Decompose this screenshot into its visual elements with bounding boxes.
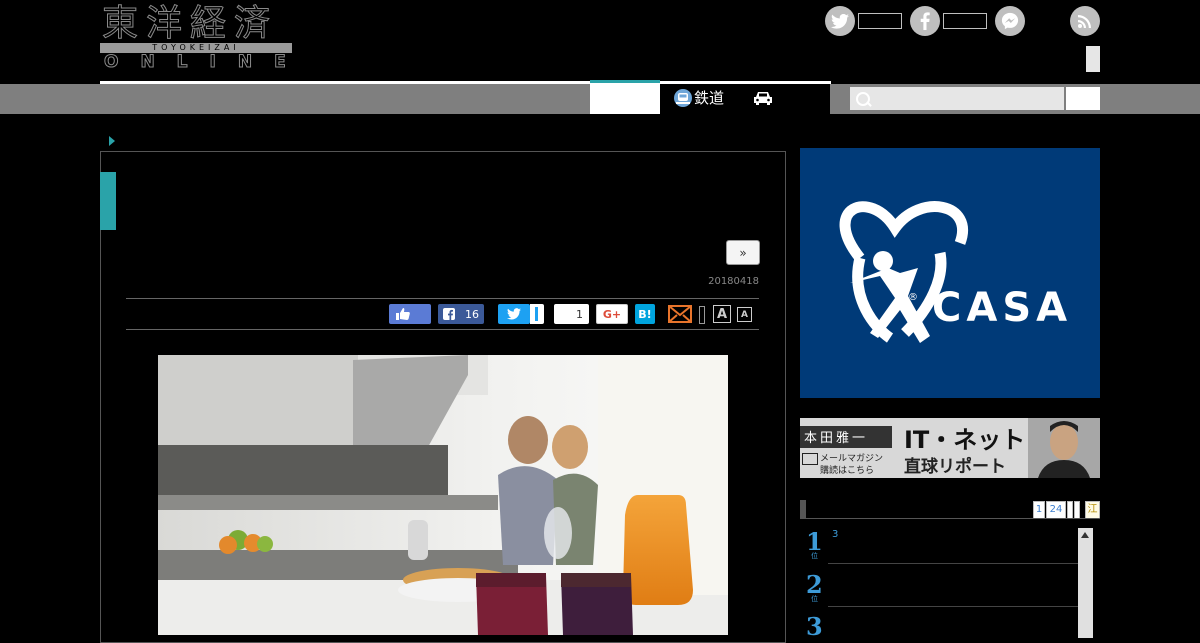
ranking-tab-1[interactable]: 1 [1033, 501, 1045, 519]
twitter-count-box [858, 13, 902, 29]
share-top-rule [126, 298, 759, 299]
ranking-scrollbar[interactable] [1078, 528, 1093, 638]
rank-separator [828, 563, 1078, 564]
ranking-tab-24[interactable]: 24 [1046, 501, 1066, 519]
font-large-button[interactable]: A [713, 305, 731, 323]
banner-title: IT・ネット [904, 426, 1026, 454]
newsletter-mail-icon [802, 453, 818, 465]
nav-tab-active[interactable] [590, 84, 660, 114]
rank-suffix-1: 位 [811, 552, 818, 560]
ranking-header-bar [800, 500, 806, 518]
banner-author: 本田雅一 [804, 431, 869, 446]
login-button[interactable] [1086, 46, 1100, 72]
font-small-button[interactable]: A [737, 307, 752, 322]
article-photo [158, 355, 728, 635]
casa-brand: CASA [932, 285, 1073, 331]
ranking-divider [800, 518, 1100, 519]
scroll-up-icon[interactable] [1081, 532, 1089, 538]
nav-rail-label[interactable]: 鉄道 [694, 88, 724, 108]
gplus-button[interactable]: G+ [596, 304, 628, 324]
train-icon [674, 89, 692, 107]
tweet-count-bubble [530, 304, 544, 324]
ranking-tab-3[interactable] [1067, 501, 1073, 519]
share-bottom-rule [126, 329, 759, 330]
it-net-banner[interactable]: 本田雅一 IT・ネット 直球リポート メールマガジン 購読はこちら [800, 418, 1100, 478]
rank-suffix-2: 位 [811, 595, 818, 603]
article-title-accent [100, 172, 116, 230]
casa-ad[interactable] [800, 148, 1100, 398]
mail-icon[interactable] [668, 304, 692, 324]
search-button[interactable] [1066, 87, 1100, 110]
author-portrait [1028, 418, 1100, 478]
messenger-icon[interactable] [995, 6, 1025, 36]
car-icon[interactable] [752, 90, 774, 106]
facebook-share-button[interactable]: 16 [438, 304, 484, 324]
share-divider [699, 306, 705, 324]
rss-icon[interactable] [1070, 6, 1100, 36]
facebook-count-box [943, 13, 987, 29]
article-date: 20180418 [708, 276, 759, 287]
like-button[interactable] [389, 304, 431, 324]
ranking-tab-4[interactable] [1074, 501, 1080, 519]
facebook-icon[interactable] [910, 6, 940, 36]
logo-kanji[interactable]: 東洋経済 [101, 3, 278, 44]
thumbs-up-icon [396, 308, 410, 320]
pocket-count-label: 1 [576, 307, 583, 321]
rank-note-1[interactable]: 3 [832, 529, 838, 540]
next-page-button[interactable]: » [726, 240, 760, 265]
logo-online[interactable]: ONLINE [104, 53, 308, 72]
ranking-tab-last[interactable]: 江 [1085, 501, 1100, 519]
hatena-button[interactable]: B! [635, 304, 655, 324]
pocket-count[interactable]: 1 [554, 304, 589, 324]
rank-separator [828, 606, 1078, 607]
tweet-button[interactable] [498, 304, 530, 324]
tweet-icon [507, 308, 521, 320]
twitter-icon[interactable] [825, 6, 855, 36]
newsletter-line2: 購読はこちら [820, 466, 875, 476]
rank-number-3: 3 [806, 612, 823, 641]
facebook-share-count: 16 [465, 307, 479, 321]
casa-logo-icon [839, 201, 968, 343]
casa-registered: ® [908, 292, 918, 303]
facebook-share-icon [443, 308, 455, 320]
search-input[interactable] [850, 87, 1064, 110]
breadcrumb-arrow-icon [109, 136, 115, 146]
nav-active-indicator [590, 80, 660, 83]
banner-subtitle: 直球リポート [904, 457, 1006, 477]
